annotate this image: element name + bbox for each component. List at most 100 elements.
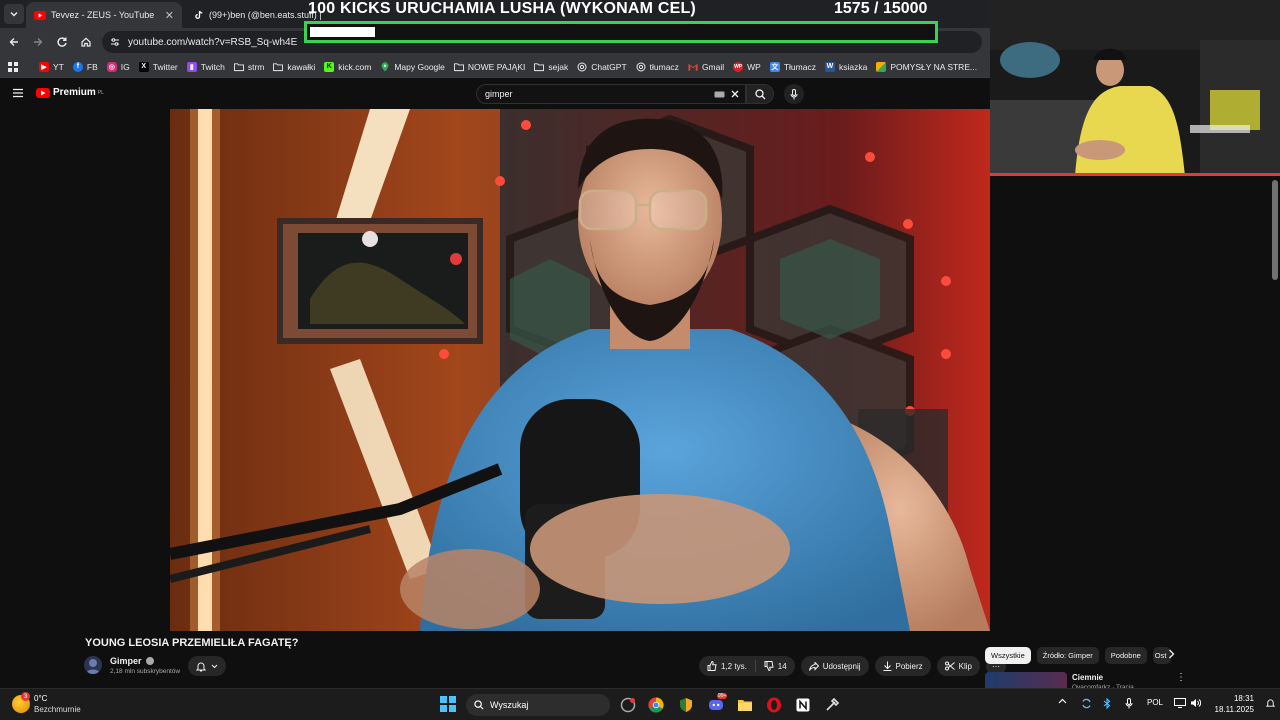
subscriber-count: 2,18 mln subskrybentów bbox=[110, 668, 181, 675]
home-button[interactable] bbox=[78, 34, 94, 50]
chrome-app[interactable] bbox=[646, 695, 666, 715]
notifications-button[interactable] bbox=[188, 656, 226, 676]
notion-app[interactable] bbox=[793, 695, 813, 715]
bookmark-label: Twitch bbox=[200, 61, 225, 72]
goal-progress-fill bbox=[310, 27, 375, 37]
reload-button[interactable] bbox=[54, 34, 70, 50]
clip-button[interactable]: Klip bbox=[936, 656, 980, 676]
thumbs-up-icon bbox=[707, 661, 717, 671]
tools-app[interactable] bbox=[822, 695, 842, 715]
gmail-icon bbox=[688, 63, 698, 71]
bookmark-folder-pajaki[interactable]: NOWE PAJĄKI bbox=[453, 62, 525, 72]
download-label: Pobierz bbox=[895, 661, 923, 671]
keyboard-icon[interactable] bbox=[714, 91, 725, 98]
bookmark-folder-strm[interactable]: strm bbox=[233, 62, 264, 72]
youtube-logo[interactable]: Premium PL bbox=[36, 87, 104, 98]
bookmark-pomysly[interactable]: POMYSŁY NA STRE... bbox=[876, 61, 977, 72]
site-info-icon[interactable] bbox=[110, 37, 120, 47]
bookmark-twitter[interactable]: X Twitter bbox=[138, 61, 178, 72]
discord-app[interactable]: 99+ bbox=[706, 693, 728, 715]
chip-from-channel[interactable]: Źródło: Gimper bbox=[1036, 647, 1099, 664]
microphone-icon[interactable] bbox=[1125, 698, 1133, 709]
browser-tab-youtube[interactable]: Tevvez - ZEUS - YouTube ✕ bbox=[26, 2, 182, 28]
bookmark-label: Mapy Google bbox=[394, 61, 445, 72]
clock-date[interactable]: 18.11.2025 bbox=[1204, 705, 1254, 714]
volume-icon[interactable] bbox=[1190, 698, 1201, 708]
home-icon bbox=[81, 37, 91, 47]
address-url: youtube.com/watch?v=RSB_Sq-wh4E bbox=[128, 36, 298, 48]
file-explorer-app[interactable] bbox=[735, 695, 755, 715]
share-label: Udostępnij bbox=[822, 661, 861, 671]
bluetooth-icon[interactable] bbox=[1103, 698, 1111, 709]
bookmark-folder-kawalki[interactable]: kawałki bbox=[273, 62, 315, 72]
clock-time[interactable]: 18:31 bbox=[1210, 694, 1254, 703]
like-button[interactable]: 1,2 tys. bbox=[699, 656, 755, 676]
start-button[interactable] bbox=[440, 696, 456, 712]
copilot-app[interactable] bbox=[618, 695, 638, 715]
bookmark-folder-sejak[interactable]: sejak bbox=[534, 62, 568, 72]
search-button[interactable] bbox=[746, 84, 774, 104]
clear-search-icon[interactable] bbox=[731, 90, 739, 98]
bookmark-twitch[interactable]: ▮ Twitch bbox=[186, 61, 225, 72]
bookmark-translate[interactable]: 文 Tłumacz bbox=[769, 61, 816, 72]
folder-icon bbox=[453, 62, 464, 71]
opera-app[interactable] bbox=[764, 695, 784, 715]
bookmark-yt[interactable]: ▶ YT bbox=[39, 61, 64, 72]
language-indicator[interactable]: POL bbox=[1147, 698, 1163, 707]
kick-icon: K bbox=[324, 61, 335, 72]
back-button[interactable] bbox=[6, 34, 22, 50]
voice-search-button[interactable] bbox=[784, 84, 804, 104]
chip-all[interactable]: Wszystkie bbox=[985, 647, 1031, 664]
youtube-icon bbox=[34, 9, 46, 21]
notification-bell-icon[interactable] bbox=[1266, 698, 1275, 708]
bookmark-kick[interactable]: Kkick.com bbox=[324, 61, 371, 72]
microphone-icon bbox=[790, 88, 798, 99]
tiktok-icon bbox=[194, 9, 204, 21]
download-icon bbox=[883, 661, 892, 671]
video-frame-image bbox=[170, 109, 990, 631]
bookmark-label: sejak bbox=[548, 61, 569, 72]
network-icon[interactable] bbox=[1174, 698, 1186, 708]
bookmark-wp[interactable]: WP WP bbox=[733, 61, 761, 72]
share-button[interactable]: Udostępnij bbox=[800, 656, 869, 676]
chip-related[interactable]: Podobne bbox=[1104, 647, 1147, 664]
tab-search-button[interactable] bbox=[4, 4, 24, 24]
weather-badge: 3 bbox=[21, 692, 30, 701]
facebook-icon: f bbox=[72, 61, 83, 72]
apps-button[interactable] bbox=[8, 61, 18, 72]
bookmark-label: IG bbox=[120, 61, 130, 72]
search-input[interactable]: gimper bbox=[476, 84, 746, 104]
page-scrollbar[interactable] bbox=[1272, 180, 1278, 280]
bookmark-maps[interactable]: Mapy Google bbox=[380, 62, 445, 72]
bookmark-tlumacz-gpt[interactable]: tłumacz bbox=[636, 62, 679, 72]
tray-overflow-icon[interactable] bbox=[1058, 698, 1067, 704]
shield-app[interactable] bbox=[676, 695, 696, 715]
video-player[interactable] bbox=[170, 109, 990, 631]
browser-tab-tiktok[interactable]: (99+)ben (@ben.eats.stuff) | bbox=[186, 2, 322, 28]
download-button[interactable]: Pobierz bbox=[874, 656, 931, 676]
gallery-icon bbox=[876, 61, 887, 72]
notion-icon bbox=[796, 698, 810, 712]
taskbar-search[interactable]: Wyszukaj bbox=[466, 694, 610, 716]
bookmark-ksiazka[interactable]: Wksiazka bbox=[824, 61, 867, 72]
bookmark-gmail[interactable]: Gmail bbox=[688, 62, 724, 72]
menu-button[interactable] bbox=[12, 88, 24, 98]
arrow-left-icon bbox=[9, 38, 18, 46]
search-icon bbox=[754, 88, 765, 99]
close-icon[interactable]: ✕ bbox=[165, 9, 174, 22]
bookmark-fb[interactable]: f FB bbox=[72, 61, 98, 72]
bookmark-chatgpt[interactable]: ChatGPT bbox=[577, 62, 627, 72]
bookmark-ig[interactable]: ◎ IG bbox=[106, 61, 130, 72]
dislike-button[interactable]: 14 bbox=[756, 656, 795, 676]
sync-icon[interactable] bbox=[1081, 698, 1092, 709]
temperature[interactable]: 0°C bbox=[34, 694, 47, 703]
opera-icon bbox=[767, 697, 781, 713]
chatgpt-icon bbox=[636, 62, 646, 71]
more-vertical-icon[interactable]: ⋮ bbox=[1176, 672, 1186, 683]
forward-button[interactable] bbox=[30, 34, 46, 50]
channel-avatar[interactable] bbox=[84, 656, 102, 674]
recommendation-title[interactable]: Ciemnie bbox=[1072, 673, 1103, 682]
weather-description[interactable]: Bezchmurnie bbox=[34, 705, 81, 714]
channel-name[interactable]: Gimper bbox=[110, 656, 154, 666]
chips-next-button[interactable] bbox=[1168, 649, 1175, 659]
